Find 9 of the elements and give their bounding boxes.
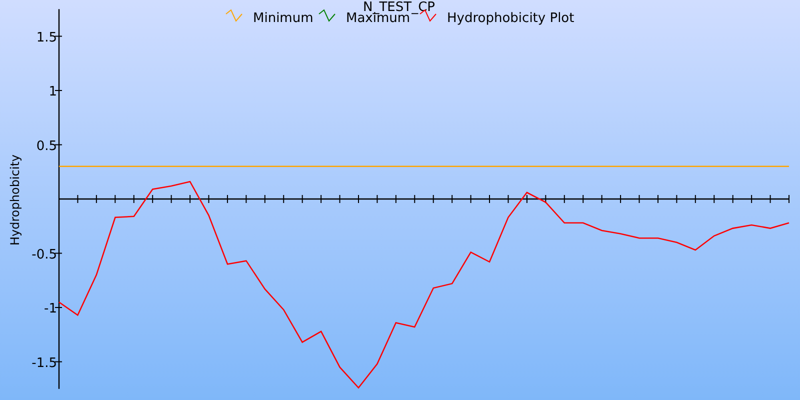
- tick-label: -1.5: [32, 356, 57, 371]
- tick-label: -1: [44, 302, 57, 316]
- axis-title: Hydrophobicity: [8, 154, 22, 246]
- tick-label: 1: [48, 84, 57, 100]
- legend-label: Hydrophobicity Plot: [447, 11, 574, 26]
- legend-label: Minimum: [253, 11, 314, 26]
- tick-label: 1.5: [36, 30, 57, 46]
- tick-label: -0.5: [32, 247, 57, 262]
- tick-label: 0.5: [36, 138, 57, 154]
